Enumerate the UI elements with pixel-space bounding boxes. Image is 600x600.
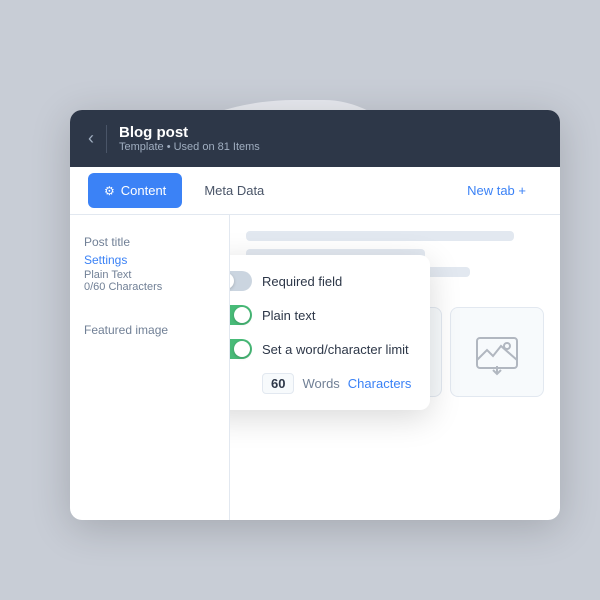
- post-title-section: Post title Settings Plain Text 0/60 Char…: [84, 235, 215, 293]
- required-field-row: Required field: [230, 271, 414, 291]
- toggle-knob-limit: [234, 341, 250, 357]
- word-limit-label: Set a word/character limit: [262, 342, 409, 357]
- header-divider: [106, 125, 107, 153]
- content-area: Post title Settings Plain Text 0/60 Char…: [70, 215, 560, 520]
- limit-characters[interactable]: Characters: [348, 376, 412, 391]
- toggle-knob-required: [230, 273, 234, 289]
- featured-image-label: Featured image: [84, 323, 215, 337]
- settings-dropdown: Required field Plain text: [230, 255, 430, 410]
- tab-metadata[interactable]: Meta Data: [188, 173, 280, 208]
- plain-text-dropdown-label: Plain text: [262, 308, 315, 323]
- scene: ‹ Blog post Template • Used on 81 Items …: [40, 70, 560, 530]
- required-field-toggle[interactable]: [230, 271, 252, 291]
- header-subtitle: Template • Used on 81 Items: [119, 141, 260, 153]
- header-title: Blog post: [119, 124, 260, 141]
- main-content: Required field Plain text: [230, 215, 560, 520]
- tab-bar: ⚙ Content Meta Data New tab +: [70, 167, 560, 215]
- required-field-label: Required field: [262, 274, 342, 289]
- settings-link[interactable]: Settings: [84, 253, 215, 267]
- plain-text-toggle[interactable]: [230, 305, 252, 325]
- upload-icon-3: [473, 328, 521, 376]
- word-limit-row: Set a word/character limit: [230, 339, 414, 359]
- tab-content-label: Content: [121, 183, 167, 198]
- main-card: ‹ Blog post Template • Used on 81 Items …: [70, 110, 560, 520]
- tab-new[interactable]: New tab +: [451, 173, 542, 208]
- limit-value[interactable]: 60: [262, 373, 294, 394]
- chars-count: 0/60 Characters: [84, 281, 215, 293]
- card-header: ‹ Blog post Template • Used on 81 Items: [70, 110, 560, 167]
- word-limit-toggle[interactable]: [230, 339, 252, 359]
- post-title-label: Post title: [84, 235, 215, 249]
- gear-icon: ⚙: [104, 184, 115, 198]
- tab-content[interactable]: ⚙ Content: [88, 173, 182, 208]
- image-card-3[interactable]: [450, 307, 544, 397]
- back-button[interactable]: ‹: [88, 128, 94, 149]
- header-title-group: Blog post Template • Used on 81 Items: [119, 124, 260, 153]
- tab-metadata-label: Meta Data: [204, 183, 264, 198]
- tab-new-label: New tab +: [467, 183, 526, 198]
- skeleton-line-1: [246, 231, 514, 241]
- limit-row: 60 Words Characters: [262, 373, 414, 394]
- sidebar: Post title Settings Plain Text 0/60 Char…: [70, 215, 230, 520]
- limit-words[interactable]: Words: [302, 376, 339, 391]
- plain-text-row: Plain text: [230, 305, 414, 325]
- plain-text-label: Plain Text: [84, 269, 215, 281]
- toggle-knob-plain: [234, 307, 250, 323]
